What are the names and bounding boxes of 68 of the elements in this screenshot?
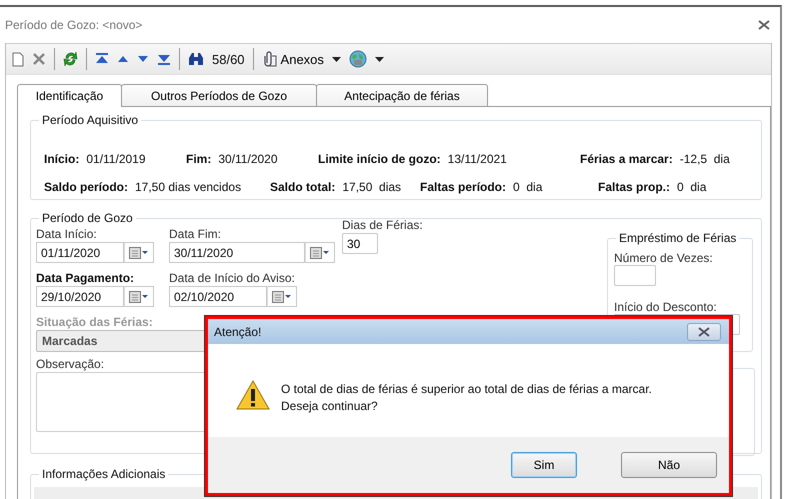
- dialog-button[interactable]: Não: [621, 452, 717, 478]
- text-field[interactable]: [614, 265, 656, 286]
- previous-icon[interactable]: [117, 55, 129, 63]
- date-field[interactable]: 01/11/2020: [36, 242, 124, 263]
- field-label: Situação das Férias:: [36, 315, 154, 329]
- group-title: Empréstimo de Férias: [616, 231, 740, 245]
- field-label: Início:: [44, 152, 80, 166]
- text-field[interactable]: 30: [342, 233, 378, 254]
- dialog-button[interactable]: Sim: [511, 452, 577, 478]
- field-label: Data Pagamento:: [36, 271, 136, 285]
- field-label: Saldo total:: [270, 180, 336, 194]
- field-value: 01/11/2019: [86, 152, 146, 166]
- field-label: Número de Vezes:: [614, 251, 714, 265]
- field-value: 13/11/2021: [448, 152, 507, 166]
- attachments-button[interactable]: Anexos: [262, 51, 324, 67]
- dialog-message: O total de dias de férias é superior ao total de dias de férias a marcar. Deseja continuar?: [281, 381, 652, 415]
- field-label: Data de Início do Aviso:: [169, 271, 296, 285]
- field-label: Início do Desconto:: [614, 300, 718, 314]
- group-title: Período de Gozo: [39, 211, 136, 225]
- tab[interactable]: Identificação: [17, 84, 122, 107]
- paperclip-icon: [262, 51, 278, 67]
- group-title: Período Aquisitivo: [39, 113, 142, 127]
- calendar-button[interactable]: [305, 242, 335, 263]
- field-label: Fim:: [186, 152, 212, 166]
- calendar-icon: [129, 246, 149, 258]
- calendar-button[interactable]: [124, 242, 154, 263]
- field-value: 17,50 dias vencidos: [135, 180, 242, 194]
- last-icon[interactable]: [157, 53, 171, 65]
- binoculars-icon[interactable]: [188, 52, 204, 66]
- globe-icon[interactable]: [348, 50, 367, 68]
- field-value: 17,50 dias: [342, 180, 402, 194]
- calendar-button[interactable]: [267, 286, 297, 307]
- next-icon[interactable]: [137, 55, 149, 63]
- field-label: Férias a marcar:: [580, 152, 673, 166]
- date-field[interactable]: 29/10/2020: [36, 286, 124, 307]
- tab[interactable]: Antecipação de férias: [316, 84, 488, 106]
- field-value: 30/11/2020: [218, 152, 278, 166]
- tab[interactable]: Outros Períodos de Gozo: [121, 84, 317, 106]
- warning-icon: [236, 380, 270, 410]
- new-page-icon[interactable]: [12, 52, 24, 66]
- field-value: 0 dia: [677, 180, 706, 194]
- close-button[interactable]: [687, 322, 721, 340]
- window-title: Período de Gozo: <novo>: [5, 18, 142, 32]
- date-field[interactable]: 02/10/2020: [169, 286, 267, 307]
- field-label: Dias de Férias:: [342, 218, 423, 232]
- field-label: Data Início:: [36, 227, 98, 241]
- close-icon[interactable]: [758, 20, 770, 30]
- field-label: Faltas prop.:: [598, 180, 670, 194]
- delete-icon[interactable]: [32, 52, 46, 66]
- record-counter: 58/60: [212, 52, 245, 66]
- calendar-button[interactable]: [124, 286, 154, 307]
- field-label: Saldo período:: [44, 180, 128, 194]
- calendar-icon: [310, 246, 330, 258]
- field-label: Limite início de gozo:: [318, 152, 441, 166]
- calendar-icon: [129, 290, 149, 302]
- calendar-icon: [272, 290, 292, 302]
- first-icon[interactable]: [95, 53, 109, 65]
- refresh-icon[interactable]: [63, 51, 78, 67]
- field-label: Observação:: [36, 357, 106, 371]
- caret-icon[interactable]: [332, 56, 341, 62]
- field-value: -12,5 dia: [680, 152, 730, 166]
- field-label: Faltas período:: [420, 180, 506, 194]
- field-value: 0 dia: [513, 180, 542, 194]
- group-title: Informações Adicionais: [39, 467, 168, 481]
- close-icon: [698, 326, 710, 336]
- field-label: Data Fim:: [169, 227, 222, 241]
- date-field[interactable]: 30/11/2020: [169, 242, 305, 263]
- caret-icon[interactable]: [374, 56, 384, 62]
